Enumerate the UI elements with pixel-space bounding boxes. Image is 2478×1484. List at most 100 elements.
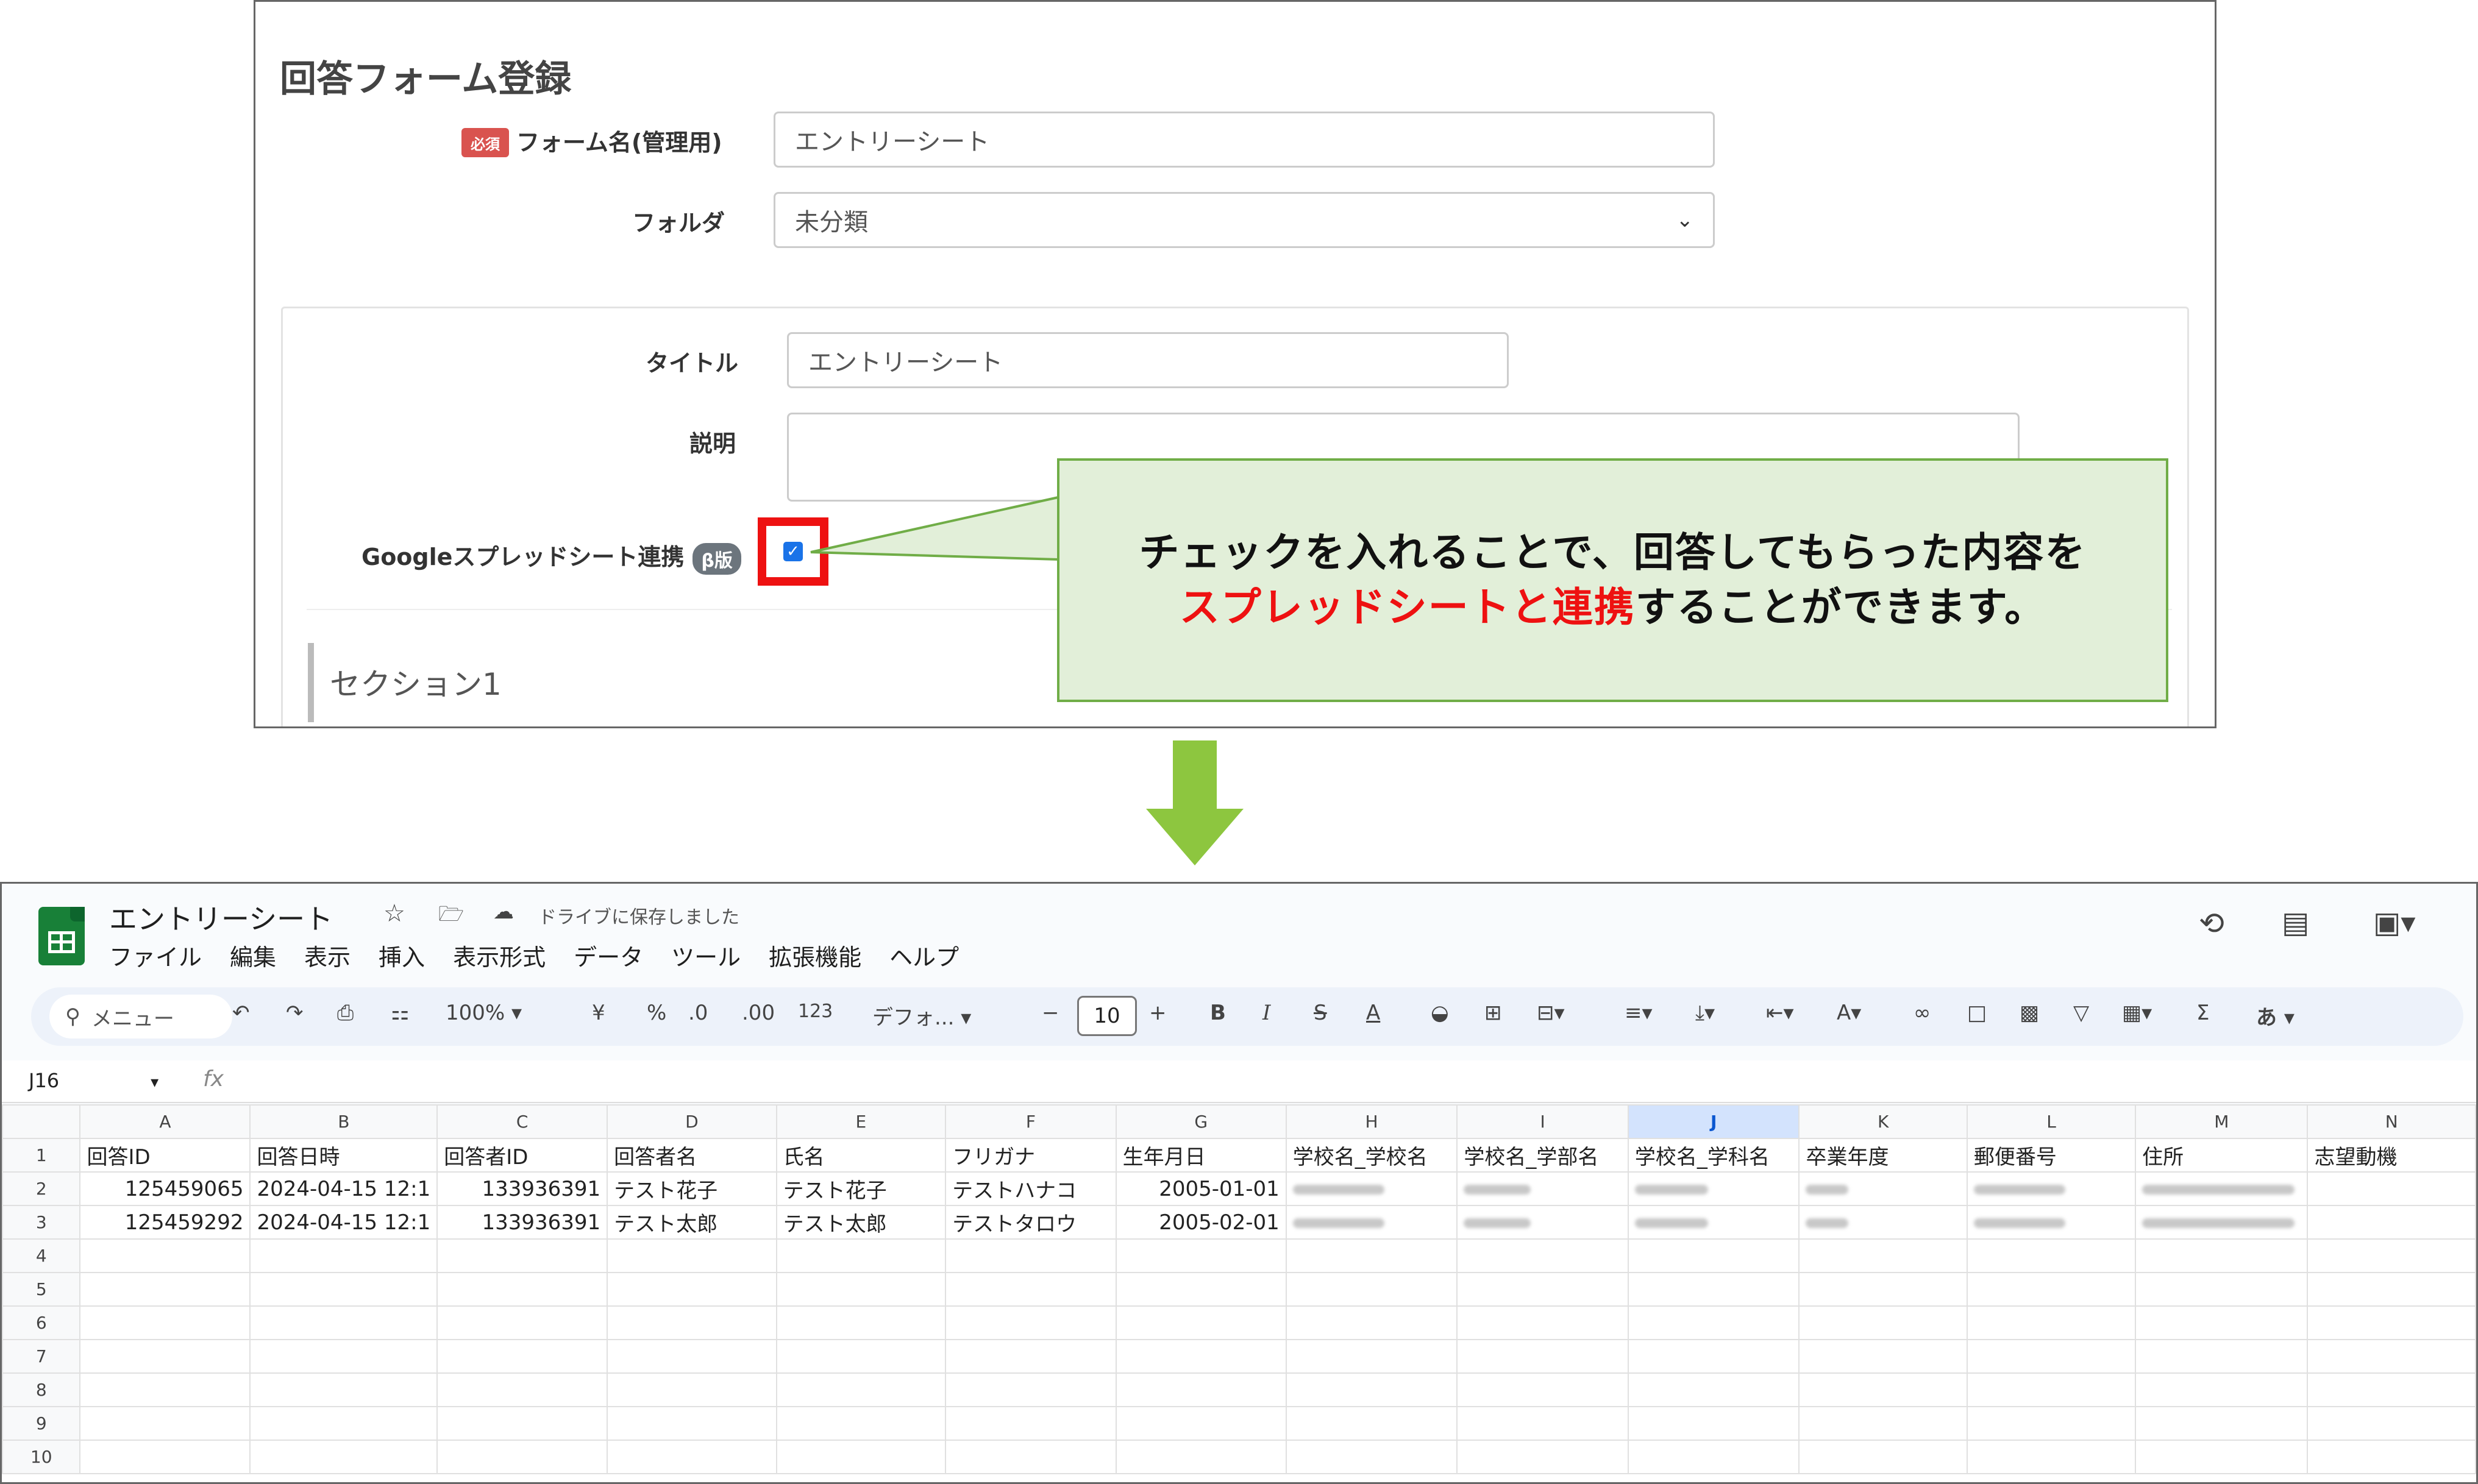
cell[interactable] [1627, 1272, 1800, 1307]
cell[interactable]: テスト太郎 [775, 1205, 947, 1240]
cell[interactable]: 回答者名 [607, 1138, 777, 1173]
cell[interactable] [1627, 1305, 1800, 1340]
text-wrap-icon[interactable]: ⇤▾ [1766, 1001, 1794, 1025]
cell[interactable] [775, 1272, 947, 1307]
blurred-cell[interactable] [1285, 1171, 1458, 1206]
cell[interactable] [1115, 1339, 1287, 1374]
row-header[interactable]: 6 [2, 1305, 81, 1340]
menu-edit[interactable]: 編集 [230, 939, 276, 972]
cell[interactable]: 住所 [2135, 1138, 2309, 1173]
cell[interactable] [1798, 1272, 1968, 1307]
form-name-input[interactable]: エントリーシート [774, 112, 1715, 168]
cell[interactable]: 回答日時 [249, 1138, 438, 1173]
cell[interactable]: 2005-02-01 [1115, 1205, 1287, 1240]
cell[interactable] [1115, 1440, 1287, 1474]
blurred-cell[interactable] [1798, 1205, 1968, 1240]
merge-cells-icon[interactable]: ⊟▾ [1537, 1001, 1565, 1025]
cell[interactable] [79, 1339, 251, 1374]
cell[interactable] [1115, 1305, 1287, 1340]
cell[interactable]: 125459292 [79, 1205, 251, 1240]
horizontal-align-icon[interactable]: ≡▾ [1625, 1001, 1653, 1025]
menu-file[interactable]: ファイル [109, 939, 202, 972]
undo-icon[interactable]: ↶ [232, 1001, 250, 1025]
move-folder-icon[interactable]: 🗁 [438, 900, 464, 934]
cell[interactable] [1285, 1305, 1458, 1340]
column-header[interactable]: N [2307, 1104, 2476, 1139]
cell[interactable] [607, 1372, 777, 1407]
row-header[interactable]: 3 [2, 1205, 81, 1240]
cell[interactable] [79, 1372, 251, 1407]
cell[interactable] [1285, 1440, 1458, 1474]
font-select[interactable]: デフォ... ▾ [872, 1001, 971, 1031]
name-box[interactable]: J16 ▾ [29, 1069, 158, 1092]
cell[interactable]: 回答者ID [436, 1138, 608, 1173]
cell[interactable] [1285, 1339, 1458, 1374]
cell[interactable] [945, 1406, 1117, 1441]
borders-icon[interactable]: ⊞ [1484, 1001, 1502, 1025]
cell[interactable]: 志望動機 [2307, 1138, 2476, 1173]
cell[interactable] [79, 1272, 251, 1307]
cell[interactable]: 卒業年度 [1798, 1138, 1968, 1173]
cell[interactable] [1627, 1440, 1800, 1474]
cell[interactable] [249, 1372, 438, 1407]
cell[interactable] [607, 1238, 777, 1273]
percent-button[interactable]: % [647, 1001, 666, 1025]
cell[interactable] [249, 1339, 438, 1374]
cell[interactable] [945, 1372, 1117, 1407]
column-header[interactable]: H [1285, 1104, 1458, 1139]
cell[interactable] [1285, 1406, 1458, 1441]
cell[interactable] [1285, 1238, 1458, 1273]
cell[interactable] [1115, 1272, 1287, 1307]
cell[interactable] [1627, 1238, 1800, 1273]
cell[interactable] [775, 1339, 947, 1374]
cell[interactable]: 133936391 [436, 1171, 608, 1206]
input-tools-button[interactable]: あ ▾ [2256, 1001, 2295, 1031]
cell[interactable]: 学校名_学校名 [1285, 1138, 1458, 1173]
cell[interactable]: 学校名_学科名 [1627, 1138, 1800, 1173]
cell[interactable] [775, 1406, 947, 1441]
cell[interactable] [1456, 1238, 1629, 1273]
column-header[interactable]: G [1115, 1104, 1287, 1139]
cell[interactable] [1966, 1372, 2137, 1407]
link-icon[interactable]: ∞ [1914, 1001, 1931, 1025]
cell[interactable] [775, 1372, 947, 1407]
cell[interactable] [1285, 1372, 1458, 1407]
zoom-select[interactable]: 100% ▾ [446, 1001, 522, 1025]
cell[interactable]: 回答ID [79, 1138, 251, 1173]
cell[interactable]: 2024-04-15 12:1 [249, 1171, 438, 1206]
cell[interactable] [1456, 1305, 1629, 1340]
text-color-button[interactable]: A [1366, 1001, 1380, 1025]
strikethrough-button[interactable]: S [1314, 1001, 1327, 1025]
cell[interactable]: 生年月日 [1115, 1138, 1287, 1173]
vertical-align-icon[interactable]: ⤓▾ [1695, 1001, 1715, 1025]
blurred-cell[interactable] [1627, 1205, 1800, 1240]
cell[interactable] [2307, 1171, 2476, 1206]
cell[interactable] [775, 1440, 947, 1474]
meet-icon[interactable]: ▣▾ [2373, 906, 2415, 940]
cell[interactable] [1627, 1406, 1800, 1441]
font-size-input[interactable]: 10 [1077, 996, 1137, 1036]
column-header[interactable]: K [1798, 1104, 1968, 1139]
cell[interactable] [1798, 1372, 1968, 1407]
cell[interactable] [436, 1339, 608, 1374]
paint-format-icon[interactable]: ⚏ [391, 1001, 409, 1025]
cell[interactable] [607, 1406, 777, 1441]
row-header[interactable]: 9 [2, 1406, 81, 1441]
blurred-cell[interactable] [1627, 1171, 1800, 1206]
cell[interactable] [436, 1406, 608, 1441]
cell[interactable] [436, 1440, 608, 1474]
row-header[interactable]: 7 [2, 1339, 81, 1374]
cell[interactable] [2307, 1406, 2476, 1441]
column-header[interactable]: F [945, 1104, 1117, 1139]
bold-button[interactable]: B [1210, 1001, 1226, 1025]
cell[interactable]: 2005-01-01 [1115, 1171, 1287, 1206]
column-header[interactable]: D [607, 1104, 777, 1139]
cell[interactable] [1456, 1440, 1629, 1474]
cell[interactable] [1456, 1272, 1629, 1307]
blurred-cell[interactable] [1966, 1171, 2137, 1206]
blurred-cell[interactable] [2135, 1171, 2309, 1206]
document-title[interactable]: エントリーシート [109, 897, 333, 937]
cell[interactable] [945, 1305, 1117, 1340]
cell[interactable] [607, 1440, 777, 1474]
cell[interactable] [1456, 1372, 1629, 1407]
